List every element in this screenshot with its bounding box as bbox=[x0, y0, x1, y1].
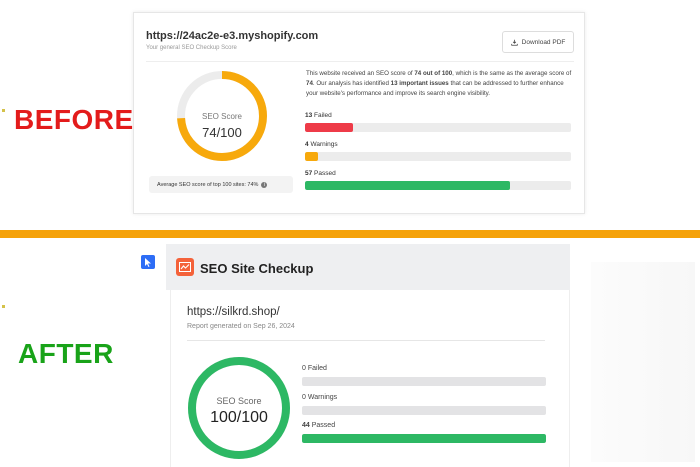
failed-label: Failed bbox=[307, 365, 327, 372]
info-icon[interactable]: i bbox=[261, 181, 268, 188]
cursor-icon bbox=[141, 255, 155, 269]
stat-warnings: 4 Warnings bbox=[305, 141, 571, 161]
download-icon bbox=[510, 39, 518, 46]
warnings-bar-fill bbox=[305, 152, 319, 161]
warnings-label: Warnings bbox=[310, 141, 338, 148]
average-score-text: Average SEO score of top 100 sites: 74% bbox=[157, 181, 259, 188]
section-divider bbox=[0, 230, 700, 238]
score-gauge bbox=[188, 357, 290, 459]
seo-checkup-logo-icon bbox=[176, 258, 194, 276]
description-emphasis: 13 important issues bbox=[390, 80, 449, 87]
score-gauge-fill bbox=[188, 357, 290, 459]
passed-bar-track bbox=[302, 434, 546, 443]
failed-label: Failed bbox=[314, 112, 332, 119]
download-pdf-label: Download PDF bbox=[521, 38, 566, 46]
before-report-card: https://24ac2e-e3.myshopify.com Your gen… bbox=[133, 12, 585, 214]
site-url: https://silkrd.shop/ bbox=[187, 306, 280, 318]
score-label: SEO Score bbox=[201, 112, 242, 121]
decorative-mark bbox=[2, 305, 5, 308]
passed-label: Passed bbox=[311, 422, 336, 429]
score-value: 100/100 bbox=[210, 409, 268, 426]
after-label: AFTER bbox=[18, 338, 114, 369]
failed-count: 0 bbox=[302, 365, 306, 372]
description-text: This website received an SEO score of bbox=[306, 70, 415, 77]
passed-bar-fill bbox=[302, 434, 546, 443]
description-emphasis: 74 bbox=[306, 80, 313, 87]
passed-bar-fill bbox=[305, 181, 510, 190]
stat-passed: 57 Passed bbox=[305, 170, 571, 190]
score-value: 74/100 bbox=[202, 125, 242, 140]
stat-passed: 44 Passed bbox=[302, 422, 546, 443]
passed-count: 44 bbox=[302, 422, 310, 429]
score-label: SEO Score bbox=[216, 396, 262, 406]
description-text: , which is the same as the average score… bbox=[452, 70, 572, 77]
site-url: https://24ac2e-e3.myshopify.com bbox=[146, 30, 319, 42]
stat-failed: 0 Failed bbox=[302, 365, 546, 386]
failed-bar-track bbox=[305, 123, 571, 132]
report-date: Report generated on Sep 26, 2024 bbox=[187, 323, 295, 330]
background-panel bbox=[591, 262, 695, 462]
passed-bar-track bbox=[305, 181, 571, 190]
failed-bar-fill bbox=[305, 123, 353, 132]
download-pdf-button[interactable]: Download PDF bbox=[502, 31, 574, 53]
report-subtitle: Your general SEO Checkup Score bbox=[146, 45, 237, 51]
description-emphasis: 74 out of 100 bbox=[414, 70, 453, 77]
stat-warnings: 0 Warnings bbox=[302, 394, 546, 415]
passed-count: 57 bbox=[305, 170, 313, 177]
header-divider bbox=[187, 340, 545, 341]
warnings-count: 4 bbox=[305, 141, 309, 148]
header-divider bbox=[146, 61, 574, 62]
warnings-bar-track bbox=[302, 406, 546, 415]
failed-count: 13 bbox=[305, 112, 313, 119]
description-text: . Our analysis has identified bbox=[312, 80, 391, 87]
warnings-count: 0 bbox=[302, 394, 306, 401]
before-label: BEFORE bbox=[14, 104, 134, 135]
score-description: This website received an SEO score of 74… bbox=[306, 69, 572, 99]
failed-bar-track bbox=[302, 377, 546, 386]
warnings-label: Warnings bbox=[307, 394, 338, 401]
app-title: SEO Site Checkup bbox=[200, 261, 314, 276]
warnings-bar-track bbox=[305, 152, 571, 161]
decorative-mark bbox=[2, 109, 5, 112]
average-score-note: Average SEO score of top 100 sites: 74% … bbox=[149, 176, 293, 193]
passed-label: Passed bbox=[314, 170, 336, 177]
stat-failed: 13 Failed bbox=[305, 112, 571, 132]
